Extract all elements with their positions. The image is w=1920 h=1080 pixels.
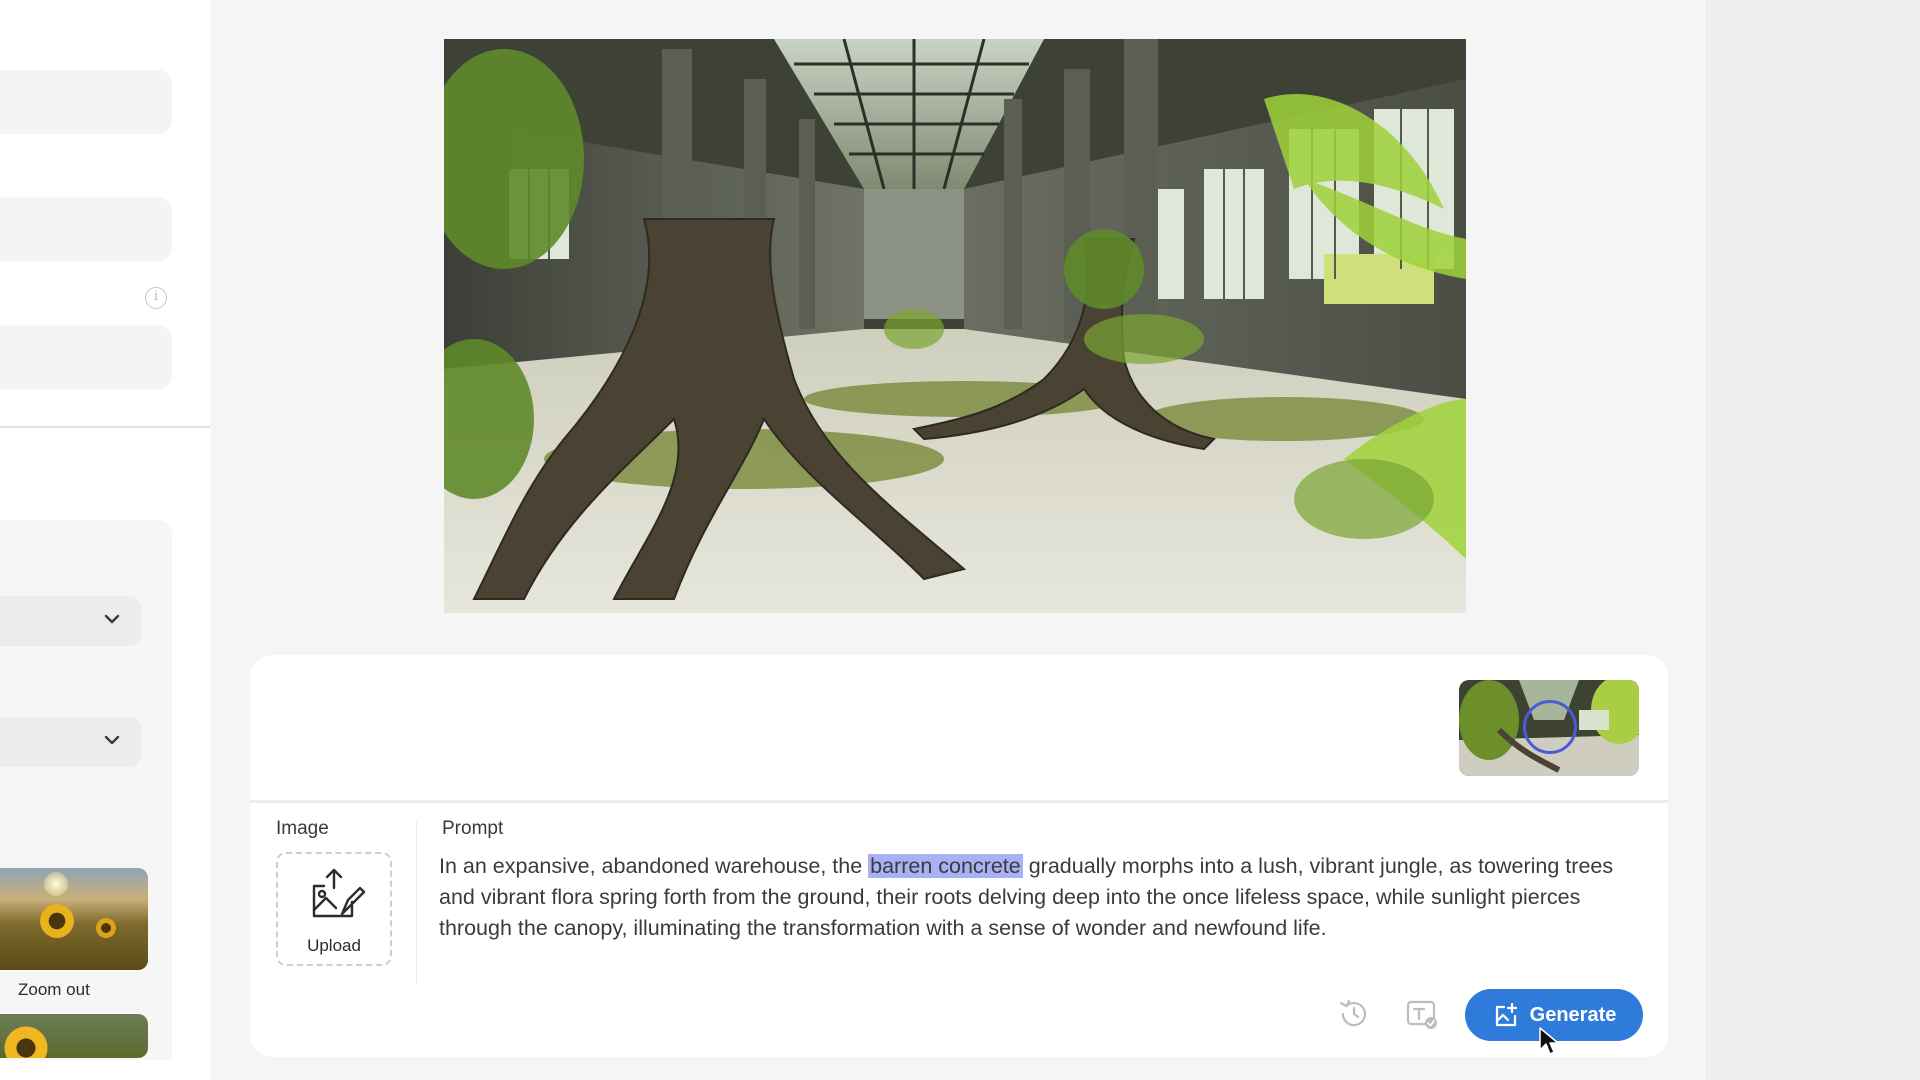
upload-label: Upload	[307, 936, 361, 955]
generate-icon	[1495, 1002, 1517, 1027]
mouse-pointer-icon	[1539, 1027, 1559, 1055]
sunflower-shape	[4, 1026, 48, 1058]
panel-divider	[250, 800, 1668, 803]
chevron-down-icon	[104, 735, 120, 745]
text-check-icon[interactable]	[1405, 997, 1439, 1031]
prompt-section-label: Prompt	[442, 818, 504, 839]
prompt-text-before: In an expansive, abandoned warehouse, th…	[439, 854, 869, 878]
sidebar-dropdown-2[interactable]	[0, 717, 141, 767]
cursor-ring-indicator	[1523, 700, 1577, 754]
sidebar-field-2[interactable]	[0, 197, 172, 261]
sidebar-field-1[interactable]	[0, 70, 172, 134]
thumbnail-label-zoom-out: Zoom out	[18, 980, 90, 999]
sidebar-divider	[0, 426, 210, 428]
right-panel-edge	[1706, 0, 1920, 1080]
sidebar-settings-panel	[0, 520, 172, 1060]
generate-label: Generate	[1529, 1003, 1617, 1026]
sunflower-shape	[40, 904, 74, 938]
sun-glow	[44, 872, 68, 896]
history-icon[interactable]	[1337, 997, 1371, 1031]
section-separator	[416, 820, 417, 985]
left-sidebar: Zoom out	[0, 0, 210, 1080]
prompt-text-highlighted: barren concrete	[868, 854, 1023, 878]
sunflower-field-thumbnail[interactable]	[0, 868, 148, 970]
reference-image-thumbnail[interactable]	[1459, 680, 1639, 776]
upload-image-button[interactable]: Upload	[276, 852, 392, 966]
sunflower-shape	[96, 918, 116, 938]
sidebar-field-3[interactable]	[0, 325, 172, 389]
sidebar-dropdown-1[interactable]	[0, 596, 141, 646]
image-section-label: Image	[276, 818, 329, 839]
sunflower-thumbnail[interactable]	[0, 1014, 148, 1058]
prompt-textarea[interactable]: In an expansive, abandoned warehouse, th…	[439, 851, 1634, 944]
prompt-panel: Image Upload Prompt In an expansive, aba…	[250, 655, 1668, 1057]
chevron-down-icon	[104, 614, 120, 624]
info-icon[interactable]	[145, 287, 167, 309]
overgrown-warehouse-jungle-image[interactable]	[444, 39, 1466, 613]
upload-image-icon	[312, 868, 366, 918]
